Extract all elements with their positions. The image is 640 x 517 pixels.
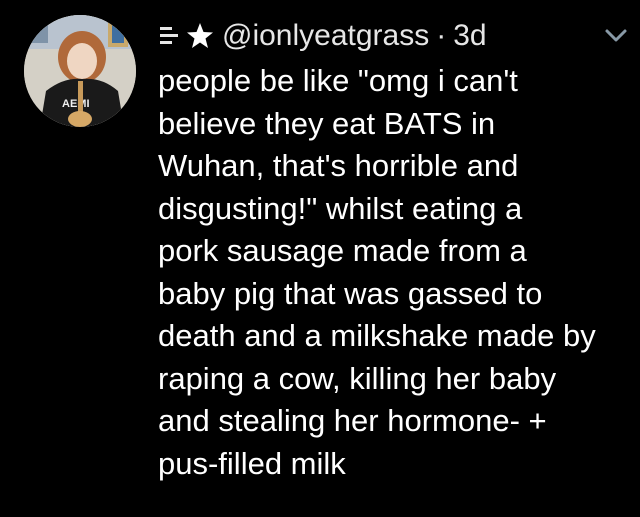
- avatar-photo: AЕMI: [24, 15, 136, 127]
- tweet-header: @ionlyeatgrass · 3d: [158, 14, 487, 58]
- tweet: AЕMI @ionlyeatgrass · 3d people be like …: [0, 0, 640, 517]
- tweet-timestamp[interactable]: 3d: [453, 19, 486, 53]
- tweet-text-line: believe they eat BATS in: [158, 105, 496, 141]
- tweet-text-line: death and a milkshake made by: [158, 318, 596, 353]
- avatar[interactable]: AЕMI: [24, 15, 136, 127]
- tweet-text-line: Wuhan, that's horrible and: [158, 148, 519, 183]
- tweet-text: people be like "omg i can't believe they…: [158, 60, 638, 485]
- menu-lines-icon: [158, 25, 180, 47]
- tweet-text-line: raping a cow, killing her baby: [158, 360, 557, 396]
- tweet-text-line: and stealing her hormone- +: [158, 403, 547, 438]
- star-icon: [186, 22, 214, 50]
- avatar-shirt-print: AЕMI: [62, 98, 90, 110]
- tweet-text-line: baby pig that was gassed to: [158, 275, 543, 311]
- user-handle[interactable]: @ionlyeatgrass: [222, 19, 429, 53]
- tweet-text-line: disgusting!" whilst eating a: [158, 190, 523, 226]
- tweet-text-line: people be like "omg i can't: [158, 63, 518, 98]
- chevron-down-icon[interactable]: [604, 27, 628, 45]
- tweet-text-line: pus-filled milk: [158, 445, 346, 481]
- header-separator: ·: [436, 19, 447, 52]
- tweet-text-line: pork sausage made from a: [158, 233, 527, 268]
